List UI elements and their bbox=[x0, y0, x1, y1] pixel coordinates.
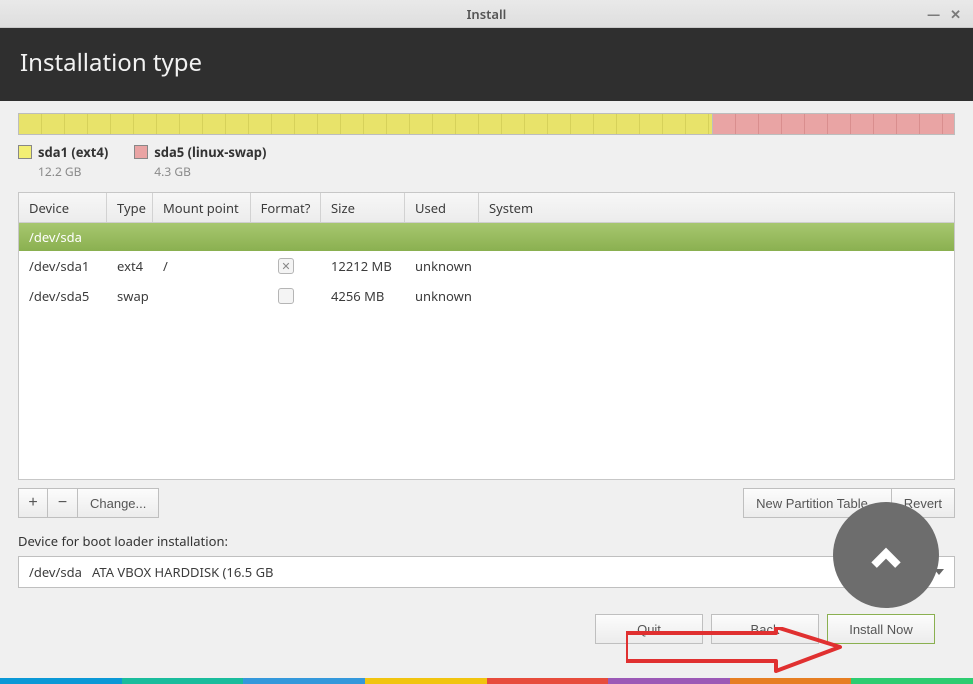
add-partition-button[interactable]: + bbox=[18, 488, 48, 518]
cell-used: unknown bbox=[405, 257, 479, 275]
col-mount[interactable]: Mount point bbox=[153, 193, 251, 222]
page-header: Installation type bbox=[0, 28, 973, 101]
legend-item-sda1: sda1 (ext4) 12.2 GB bbox=[18, 143, 108, 180]
col-type[interactable]: Type bbox=[107, 193, 153, 222]
partition-segment-sda5 bbox=[713, 114, 954, 134]
cell-size: 12212 MB bbox=[321, 257, 405, 275]
bootloader-device-value: /dev/sda ATA VBOX HARDDISK (16.5 GB bbox=[29, 563, 274, 581]
table-row[interactable]: /dev/sda5 swap 4256 MB unknown bbox=[19, 281, 954, 311]
cell-mount: / bbox=[153, 257, 251, 275]
legend-size: 12.2 GB bbox=[38, 163, 108, 180]
legend-label: sda5 (linux-swap) bbox=[154, 143, 266, 161]
partition-usage-bar bbox=[18, 113, 955, 135]
cell-type: ext4 bbox=[107, 257, 153, 275]
bootloader-device-select[interactable]: /dev/sda ATA VBOX HARDDISK (16.5 GB bbox=[18, 556, 955, 588]
chevron-up-icon bbox=[864, 533, 908, 577]
wizard-nav: Quit Back Install Now bbox=[18, 614, 955, 644]
legend-size: 4.3 GB bbox=[154, 163, 266, 180]
col-system[interactable]: System bbox=[479, 193, 954, 222]
table-header-row: Device Type Mount point Format? Size Use… bbox=[19, 193, 954, 223]
cell-format[interactable] bbox=[251, 288, 321, 304]
quit-button[interactable]: Quit bbox=[595, 614, 703, 644]
remove-partition-button[interactable]: − bbox=[48, 488, 78, 518]
page-title: Installation type bbox=[20, 46, 953, 79]
col-format[interactable]: Format? bbox=[251, 193, 321, 222]
format-checkbox[interactable]: ✕ bbox=[278, 258, 294, 274]
legend-item-sda5: sda5 (linux-swap) 4.3 GB bbox=[134, 143, 266, 180]
install-now-button[interactable]: Install Now bbox=[827, 614, 935, 644]
cell-type: swap bbox=[107, 287, 153, 305]
footer-color-strip bbox=[0, 678, 973, 684]
partition-table: Device Type Mount point Format? Size Use… bbox=[18, 192, 955, 480]
cell-size: 4256 MB bbox=[321, 287, 405, 305]
col-size[interactable]: Size bbox=[321, 193, 405, 222]
format-checkbox[interactable] bbox=[278, 288, 294, 304]
change-partition-button[interactable]: Change... bbox=[78, 488, 159, 518]
back-button[interactable]: Back bbox=[711, 614, 819, 644]
cell-device: /dev/sda5 bbox=[19, 287, 107, 305]
cell-used: unknown bbox=[405, 287, 479, 305]
col-device[interactable]: Device bbox=[19, 193, 107, 222]
legend-swatch-yellow bbox=[18, 145, 32, 159]
window-title: Install bbox=[0, 5, 973, 23]
bootloader-label: Device for boot loader installation: bbox=[18, 532, 955, 550]
window-titlebar: Install — ✕ bbox=[0, 0, 973, 28]
scroll-to-top-button[interactable] bbox=[833, 502, 939, 608]
legend-label: sda1 (ext4) bbox=[38, 143, 108, 161]
table-row[interactable]: /dev/sda1 ext4 / ✕ 12212 MB unknown bbox=[19, 251, 954, 281]
partition-segment-sda1 bbox=[19, 114, 713, 134]
col-used[interactable]: Used bbox=[405, 193, 479, 222]
partition-action-group: + − Change... bbox=[18, 488, 159, 518]
legend-swatch-pink bbox=[134, 145, 148, 159]
partition-legend: sda1 (ext4) 12.2 GB sda5 (linux-swap) 4.… bbox=[18, 143, 955, 180]
cell-device: /dev/sda1 bbox=[19, 257, 107, 275]
disk-header-row[interactable]: /dev/sda bbox=[19, 223, 954, 251]
cell-format[interactable]: ✕ bbox=[251, 258, 321, 274]
